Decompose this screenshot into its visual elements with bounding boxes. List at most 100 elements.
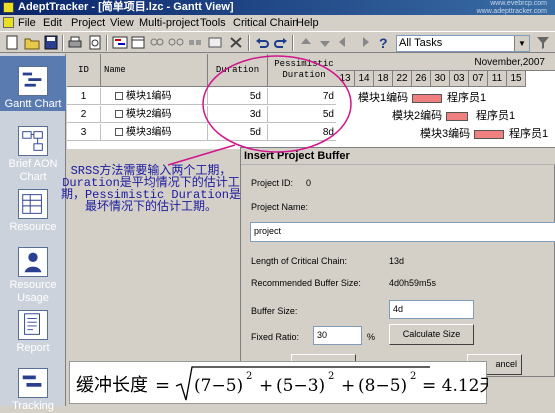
watermark-line-1: www.evebrcp.com	[490, 0, 547, 7]
new-file-icon[interactable]	[4, 35, 20, 50]
window-title-bar: AdeptTracker - [简单项目.lzc - Gantt View] w…	[0, 0, 555, 15]
menu-file[interactable]: File	[18, 16, 36, 30]
task-name: 模块1编码	[126, 91, 172, 102]
cell-duration[interactable]: 5d	[208, 124, 268, 141]
project-id-label: Project ID:	[251, 178, 294, 188]
link-tasks-icon[interactable]	[149, 35, 165, 50]
gantt-task-label: 模块3编码	[420, 128, 471, 140]
task-icon	[115, 92, 123, 101]
task-filter-value: All Tasks	[399, 37, 443, 49]
delete-icon[interactable]	[228, 35, 244, 50]
document-icon[interactable]	[3, 17, 14, 28]
menu-view[interactable]: View	[110, 16, 134, 30]
window-title: AdeptTracker - [简单项目.lzc - Gantt View]	[18, 1, 234, 13]
task-grid: ID Name Duration Pessimistic Duration 1 …	[67, 54, 341, 149]
help-icon[interactable]: ?	[375, 35, 391, 51]
cell-name[interactable]: 模块3编码	[101, 124, 208, 141]
sidebar-item-report[interactable]: Report	[0, 310, 66, 355]
calendar-icon[interactable]	[130, 35, 146, 50]
gantt-bar[interactable]	[412, 94, 442, 103]
column-header-id[interactable]: ID	[67, 54, 101, 87]
column-header-duration[interactable]: Duration	[208, 54, 268, 87]
menu-bar: File Edit Project View Multi-project Too…	[0, 15, 555, 31]
undo-icon[interactable]	[254, 35, 270, 50]
chevron-down-icon[interactable]: ▼	[514, 36, 529, 51]
arrow-down-icon[interactable]	[317, 35, 333, 50]
menu-help[interactable]: Help	[296, 16, 319, 30]
sidebar-item-label: Resource Usage	[9, 279, 57, 304]
sidebar-item-brief-aon-chart[interactable]: Brief AON Chart	[0, 126, 66, 184]
menu-multi-project[interactable]: Multi-project	[139, 16, 199, 30]
sidebar-item-resource[interactable]: Resource	[0, 189, 66, 234]
buffer-size-field[interactable]: 4d	[389, 300, 474, 319]
arrow-up-icon[interactable]	[298, 35, 314, 50]
annotation-note: SRSS方法需要输入两个工期，Duration是平均情况下的估计工期，Pessi…	[60, 164, 242, 214]
calculate-size-button[interactable]: Calculate Size	[389, 324, 474, 345]
arrow-left-icon[interactable]	[336, 35, 352, 50]
gantt-chart-icon	[18, 66, 48, 96]
task-name: 模块2编码	[126, 109, 172, 120]
timeline-month: November,2007	[336, 54, 555, 71]
cell-duration[interactable]: 5d	[208, 88, 268, 105]
project-id-value: 0	[306, 178, 312, 188]
watermark: www.evebrcp.com www.adepttracker.com	[477, 0, 547, 16]
formula-term-3: (8−5)	[358, 376, 407, 396]
gantt-task-label: 模块1编码	[358, 92, 409, 104]
toolbar-separator	[292, 35, 294, 51]
toolbar-separator	[106, 35, 108, 51]
cell-id: 1	[67, 88, 101, 105]
formula-exponent-2: 2	[328, 371, 334, 382]
buffer-size-label: Buffer Size:	[251, 306, 298, 316]
assign-icon[interactable]	[207, 35, 223, 50]
formula-graphic: 缓冲长度 = (7−5) 2 + (5−3) 2 + (8−5) 2 = 4.1…	[76, 366, 497, 401]
cell-pessimistic-duration[interactable]: 5d	[268, 106, 341, 123]
timeline-day: 22	[393, 71, 412, 87]
gantt-resource-label: 程序员1	[509, 128, 549, 140]
print-preview-icon[interactable]	[87, 35, 103, 50]
column-header-pessimistic-duration[interactable]: Pessimistic Duration	[268, 54, 341, 87]
menu-edit[interactable]: Edit	[43, 16, 62, 30]
split-task-icon[interactable]	[187, 35, 203, 50]
recommended-buffer-value: 4d0h59m5s	[389, 278, 437, 288]
timeline-day: 03	[450, 71, 469, 87]
timeline-day: 14	[355, 71, 374, 87]
tracking-icon	[18, 368, 48, 398]
cell-name[interactable]: 模块2编码	[101, 106, 208, 123]
project-name-field[interactable]: project	[250, 222, 555, 242]
open-folder-icon[interactable]	[24, 35, 40, 50]
column-header-name[interactable]: Name	[101, 54, 208, 87]
gantt-bar[interactable]	[474, 130, 504, 139]
filter-icon[interactable]	[535, 35, 551, 50]
table-row[interactable]: 3 模块3编码 5d 8d	[67, 124, 341, 141]
sidebar-item-tracking[interactable]: Tracking	[0, 368, 66, 413]
formula-equals: =	[155, 375, 170, 396]
arrow-right-icon[interactable]	[356, 35, 372, 50]
fixed-ratio-field[interactable]: 30	[313, 326, 362, 345]
sidebar-item-label: Brief AON Chart	[8, 158, 58, 183]
sidebar-item-resource-usage[interactable]: Resource Usage	[0, 247, 66, 305]
menu-tools[interactable]: Tools	[200, 16, 226, 30]
task-name: 模块3编码	[126, 127, 172, 138]
cell-pessimistic-duration[interactable]: 7d	[268, 88, 341, 105]
critical-chain-value: 13d	[389, 256, 405, 266]
redo-icon[interactable]	[273, 35, 289, 50]
unlink-tasks-icon[interactable]	[168, 35, 184, 50]
svg-text:?: ?	[379, 35, 388, 50]
menu-project[interactable]: Project	[71, 16, 105, 30]
task-filter-select[interactable]: All Tasks ▼	[396, 35, 530, 52]
sidebar-item-label: Gantt Chart	[4, 98, 62, 110]
cell-duration[interactable]: 3d	[208, 106, 268, 123]
formula-term-1: (7−5)	[194, 376, 243, 396]
cell-name[interactable]: 模块1编码	[101, 88, 208, 105]
cell-pessimistic-duration[interactable]: 8d	[268, 124, 341, 141]
save-icon[interactable]	[43, 35, 59, 50]
recommended-buffer-label: Recommended Buffer Size:	[251, 278, 361, 288]
task-icon	[115, 110, 123, 119]
print-icon[interactable]	[67, 35, 83, 50]
gantt-bar[interactable]	[446, 112, 468, 121]
sidebar-item-gantt-chart[interactable]: Gantt Chart	[0, 56, 66, 111]
table-row[interactable]: 2 模块2编码 3d 5d	[67, 106, 341, 123]
gantt-view-icon[interactable]	[112, 35, 128, 50]
menu-critical-chain[interactable]: Critical Chain	[233, 16, 298, 30]
table-row[interactable]: 1 模块1编码 5d 7d	[67, 88, 341, 105]
